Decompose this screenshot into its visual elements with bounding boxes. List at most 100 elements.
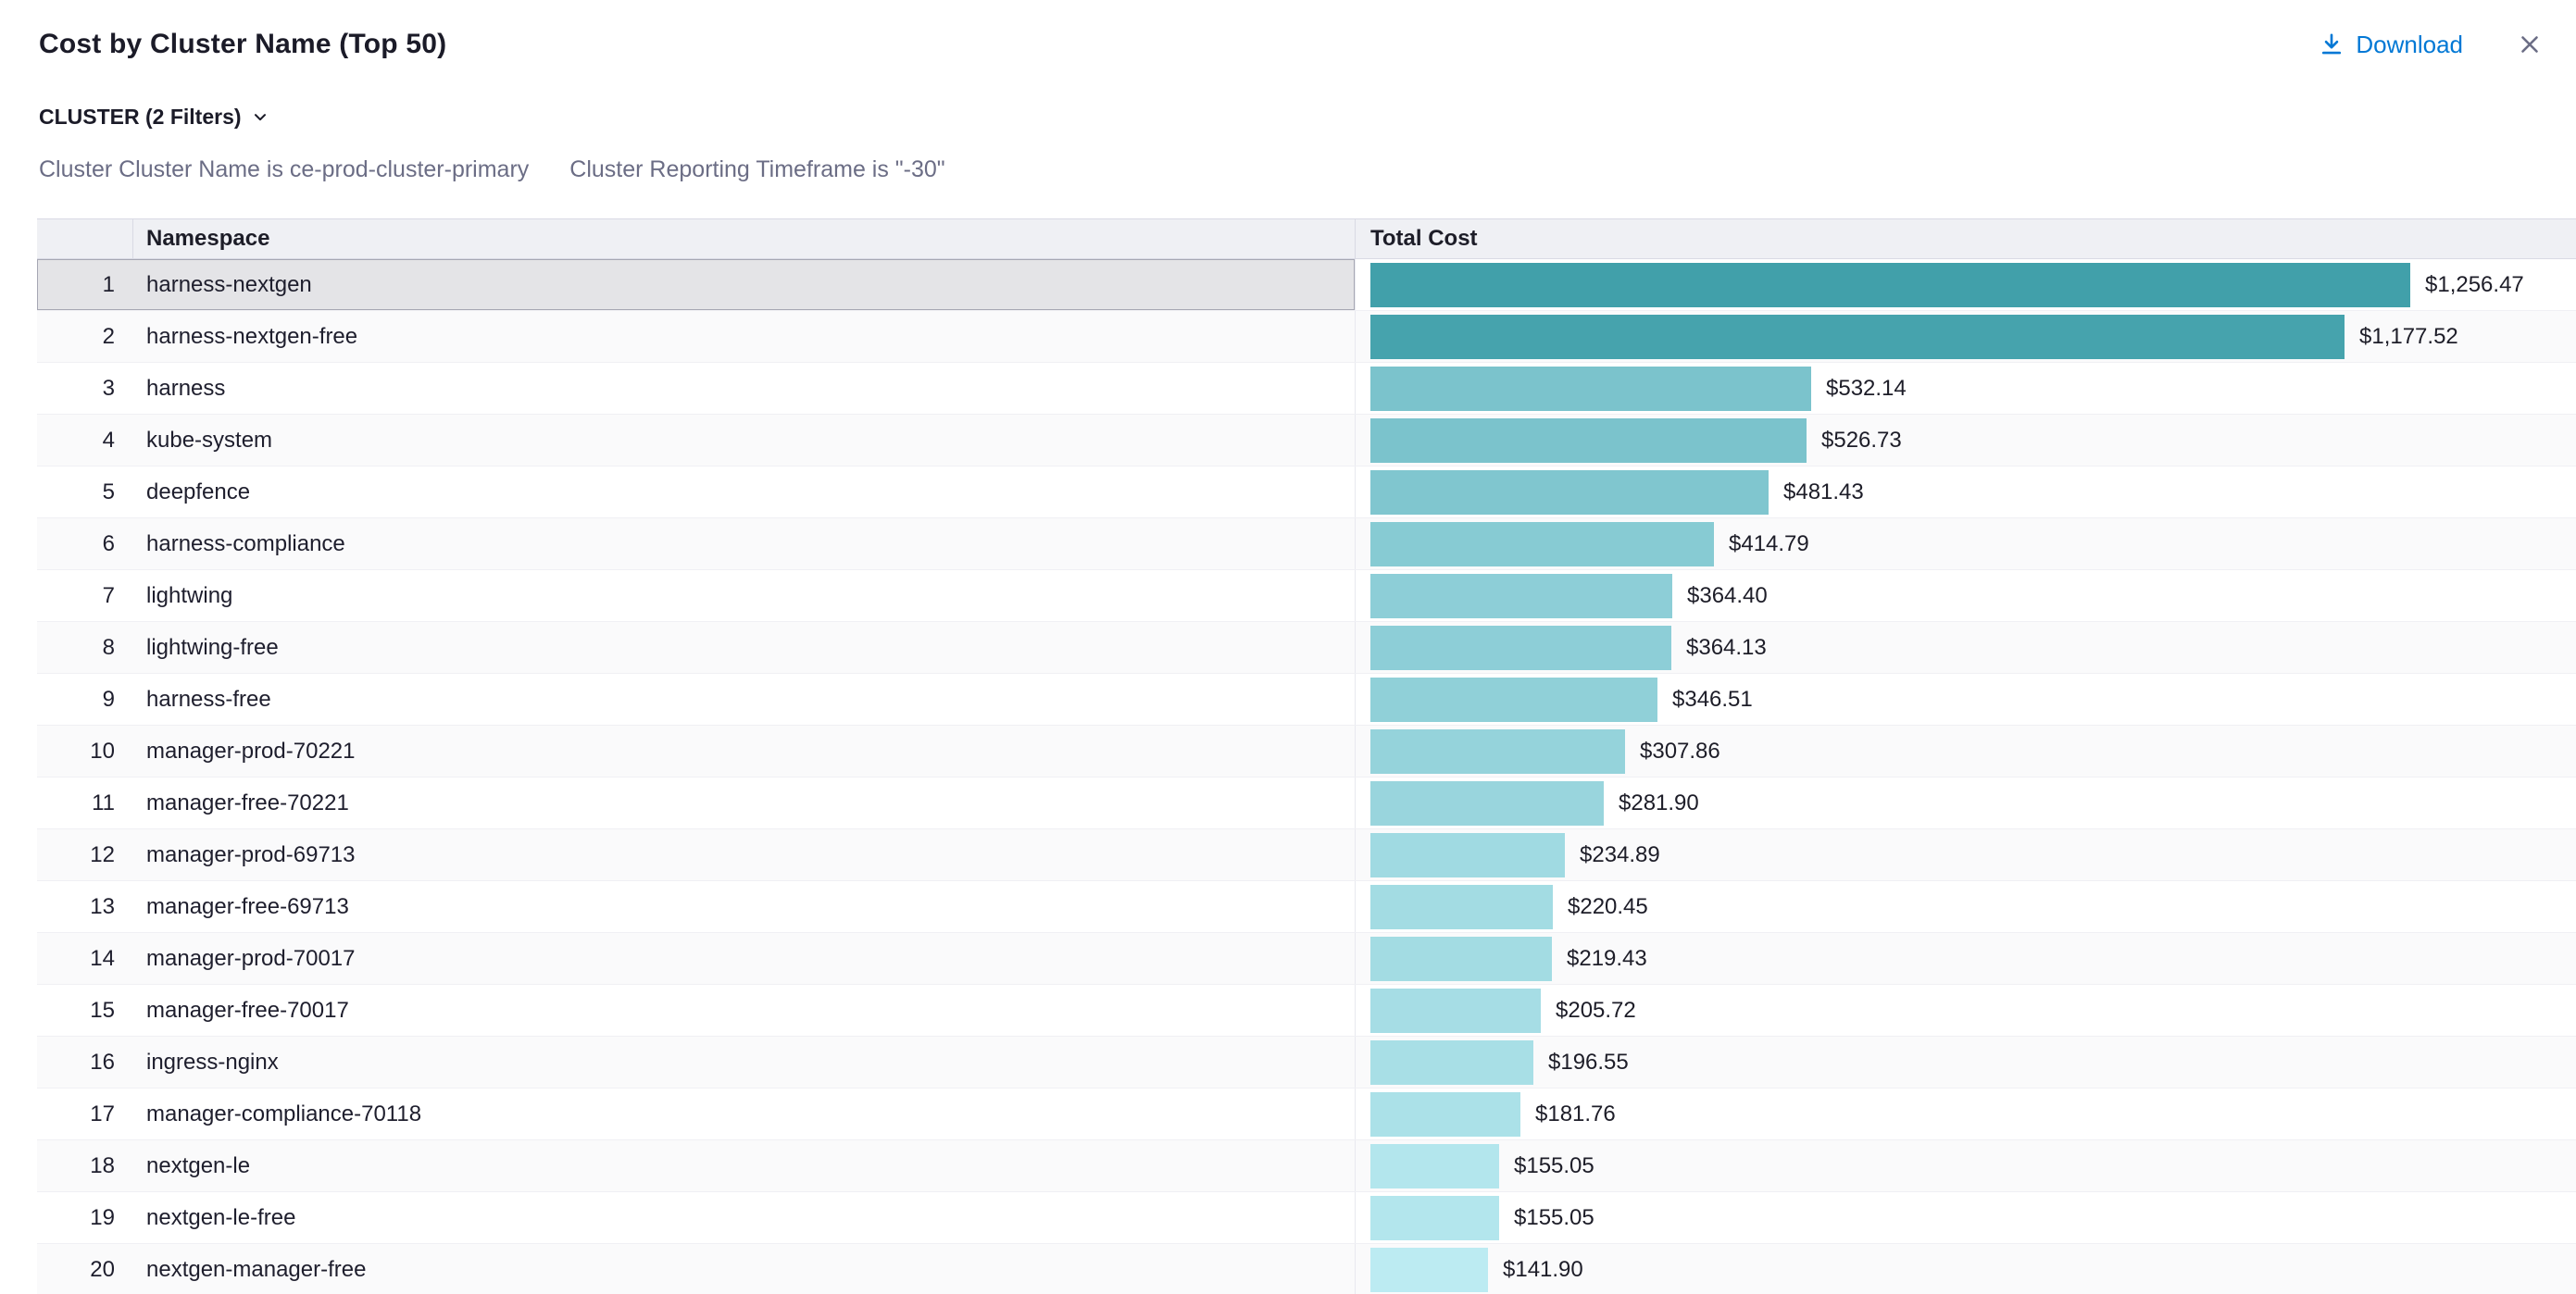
row-cost-label: $364.13: [1686, 635, 1767, 661]
cost-bar: [1370, 522, 1714, 566]
table-row[interactable]: 11 manager-free-70221 $281.90: [37, 778, 2576, 829]
row-namespace: harness: [133, 363, 1355, 414]
cost-table: Namespace Total Cost 1 harness-nextgen $…: [37, 218, 2576, 1294]
row-index: 11: [37, 778, 133, 828]
header-cell-index: [37, 219, 133, 258]
table-row[interactable]: 13 manager-free-69713 $220.45: [37, 881, 2576, 933]
cost-bar: [1370, 729, 1625, 774]
applied-filters: Cluster Cluster Name is ce-prod-cluster-…: [39, 154, 2537, 185]
table-row[interactable]: 4 kube-system $526.73: [37, 415, 2576, 467]
row-cost-label: $1,177.52: [2359, 324, 2458, 350]
row-left-group: 17 manager-compliance-70118: [37, 1089, 1356, 1139]
row-namespace: manager-prod-70221: [133, 726, 1355, 777]
chevron-down-icon: [251, 107, 269, 126]
cost-bar: [1370, 1092, 1520, 1137]
row-index: 18: [37, 1140, 133, 1191]
table-row[interactable]: 18 nextgen-le $155.05: [37, 1140, 2576, 1192]
table-row[interactable]: 1 harness-nextgen $1,256.47: [37, 259, 2576, 311]
row-cost-cell: $141.90: [1356, 1244, 2576, 1294]
row-left-group: 2 harness-nextgen-free: [37, 311, 1356, 362]
row-index: 12: [37, 829, 133, 880]
cost-bar: [1370, 418, 1807, 463]
row-index: 14: [37, 933, 133, 984]
row-namespace: manager-prod-69713: [133, 829, 1355, 880]
row-cost-cell: $364.13: [1356, 622, 2576, 673]
table-row[interactable]: 3 harness $532.14: [37, 363, 2576, 415]
filter-item-cluster-name: Cluster Cluster Name is ce-prod-cluster-…: [39, 156, 529, 183]
row-cost-cell: $155.05: [1356, 1140, 2576, 1191]
cost-bar: [1370, 833, 1565, 877]
table-row[interactable]: 20 nextgen-manager-free $141.90: [37, 1244, 2576, 1294]
cost-bar: [1370, 989, 1541, 1033]
row-left-group: 16 ingress-nginx: [37, 1037, 1356, 1088]
table-row[interactable]: 6 harness-compliance $414.79: [37, 518, 2576, 570]
table-row[interactable]: 9 harness-free $346.51: [37, 674, 2576, 726]
row-cost-label: $481.43: [1783, 479, 1864, 505]
cost-bar: [1370, 885, 1553, 929]
row-cost-label: $526.73: [1821, 428, 1902, 454]
row-cost-label: $234.89: [1580, 842, 1660, 868]
header-cell-namespace: Namespace: [133, 219, 1356, 258]
cost-bar: [1370, 470, 1769, 515]
row-left-group: 8 lightwing-free: [37, 622, 1356, 673]
row-left-group: 3 harness: [37, 363, 1356, 414]
row-cost-label: $364.40: [1687, 583, 1768, 609]
row-cost-cell: $414.79: [1356, 518, 2576, 569]
table-row[interactable]: 10 manager-prod-70221 $307.86: [37, 726, 2576, 778]
row-index: 9: [37, 674, 133, 725]
titlebar-actions: Download: [2319, 26, 2548, 63]
row-namespace: nextgen-le-free: [133, 1192, 1355, 1243]
table-row[interactable]: 5 deepfence $481.43: [37, 467, 2576, 518]
cost-bar: [1370, 781, 1604, 826]
row-index: 15: [37, 985, 133, 1036]
row-cost-cell: $532.14: [1356, 363, 2576, 414]
table-row[interactable]: 8 lightwing-free $364.13: [37, 622, 2576, 674]
cost-bar: [1370, 626, 1671, 670]
row-cost-cell: $205.72: [1356, 985, 2576, 1036]
close-button[interactable]: [2511, 26, 2548, 63]
row-cost-label: $155.05: [1514, 1205, 1594, 1231]
table-row[interactable]: 15 manager-free-70017 $205.72: [37, 985, 2576, 1037]
row-namespace: manager-free-70221: [133, 778, 1355, 828]
row-cost-cell: $364.40: [1356, 570, 2576, 621]
row-cost-cell: $155.05: [1356, 1192, 2576, 1243]
row-cost-cell: $481.43: [1356, 467, 2576, 517]
row-left-group: 20 nextgen-manager-free: [37, 1244, 1356, 1294]
row-cost-label: $141.90: [1503, 1257, 1583, 1283]
download-label: Download: [2356, 31, 2463, 59]
table-row[interactable]: 7 lightwing $364.40: [37, 570, 2576, 622]
close-icon: [2516, 31, 2544, 58]
filter-item-timeframe: Cluster Reporting Timeframe is "-30": [569, 156, 944, 183]
row-namespace: harness-nextgen-free: [133, 311, 1355, 362]
row-cost-cell: $1,177.52: [1356, 311, 2576, 362]
row-index: 17: [37, 1089, 133, 1139]
download-icon: [2319, 31, 2345, 57]
row-namespace: lightwing: [133, 570, 1355, 621]
table-row[interactable]: 12 manager-prod-69713 $234.89: [37, 829, 2576, 881]
row-cost-label: $205.72: [1556, 998, 1636, 1024]
download-button[interactable]: Download: [2319, 31, 2463, 59]
table-row[interactable]: 16 ingress-nginx $196.55: [37, 1037, 2576, 1089]
table-header: Namespace Total Cost: [37, 218, 2576, 259]
row-cost-cell: $281.90: [1356, 778, 2576, 828]
row-left-group: 13 manager-free-69713: [37, 881, 1356, 932]
row-cost-label: $196.55: [1548, 1050, 1629, 1076]
row-cost-label: $281.90: [1619, 790, 1699, 816]
cost-bar: [1370, 315, 2345, 359]
row-left-group: 4 kube-system: [37, 415, 1356, 466]
row-namespace: harness-compliance: [133, 518, 1355, 569]
table-row[interactable]: 14 manager-prod-70017 $219.43: [37, 933, 2576, 985]
row-left-group: 19 nextgen-le-free: [37, 1192, 1356, 1243]
row-namespace: manager-prod-70017: [133, 933, 1355, 984]
table-row[interactable]: 19 nextgen-le-free $155.05: [37, 1192, 2576, 1244]
table-row[interactable]: 2 harness-nextgen-free $1,177.52: [37, 311, 2576, 363]
row-cost-cell: $346.51: [1356, 674, 2576, 725]
cost-bar: [1370, 678, 1657, 722]
cluster-filter-toggle[interactable]: CLUSTER (2 Filters): [39, 102, 2537, 131]
row-cost-cell: $196.55: [1356, 1037, 2576, 1088]
cost-bar: [1370, 574, 1672, 618]
row-left-group: 5 deepfence: [37, 467, 1356, 517]
row-index: 3: [37, 363, 133, 414]
table-row[interactable]: 17 manager-compliance-70118 $181.76: [37, 1089, 2576, 1140]
row-left-group: 6 harness-compliance: [37, 518, 1356, 569]
